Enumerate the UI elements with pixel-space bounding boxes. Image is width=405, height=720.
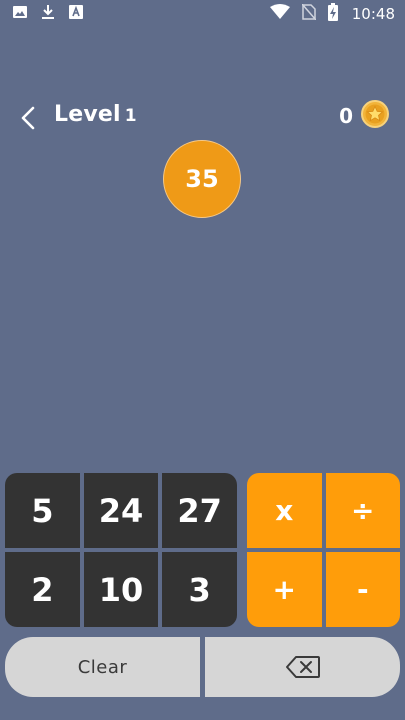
level-title: Level 1 <box>54 102 137 127</box>
star-coin-icon <box>361 100 389 132</box>
number-key-10[interactable]: 10 <box>83 552 159 627</box>
plus-key[interactable]: + <box>247 552 322 627</box>
backspace-button[interactable] <box>205 637 400 697</box>
wifi-icon <box>269 4 290 24</box>
download-icon <box>40 4 56 24</box>
divide-key[interactable]: ÷ <box>325 473 400 548</box>
chevron-left-icon <box>21 106 35 130</box>
level-number: 1 <box>124 106 137 126</box>
number-key-2[interactable]: 2 <box>5 552 80 627</box>
status-right-icons: 10:48 <box>269 3 395 25</box>
coin-count: 0 <box>339 104 353 128</box>
minus-key[interactable]: - <box>325 552 400 627</box>
battery-charging-icon <box>327 3 338 25</box>
number-key-5[interactable]: 5 <box>5 473 80 548</box>
target-number-circle: 35 <box>163 140 241 218</box>
backspace-icon <box>285 656 320 678</box>
header: Level 1 0 <box>0 100 405 134</box>
multiply-key[interactable]: x <box>247 473 322 548</box>
game-screen: 10:48 Level 1 0 35 5 24 27 2 10 3 x ÷ + … <box>0 0 405 720</box>
number-key-27[interactable]: 27 <box>162 473 237 548</box>
level-word: Level <box>54 102 121 127</box>
back-button[interactable] <box>14 104 42 132</box>
coin-counter: 0 <box>339 100 389 132</box>
image-icon <box>12 4 28 24</box>
no-sim-icon <box>301 3 317 24</box>
font-icon <box>68 4 84 24</box>
operator-pad: x ÷ + - <box>247 473 400 627</box>
number-key-24[interactable]: 24 <box>83 473 159 548</box>
status-time: 10:48 <box>351 5 395 23</box>
status-left-icons <box>12 4 84 24</box>
number-pad: 5 24 27 2 10 3 <box>5 473 237 627</box>
target-value: 35 <box>185 165 219 193</box>
number-key-3[interactable]: 3 <box>162 552 237 627</box>
status-bar: 10:48 <box>0 0 405 28</box>
clear-button[interactable]: Clear <box>5 637 200 697</box>
